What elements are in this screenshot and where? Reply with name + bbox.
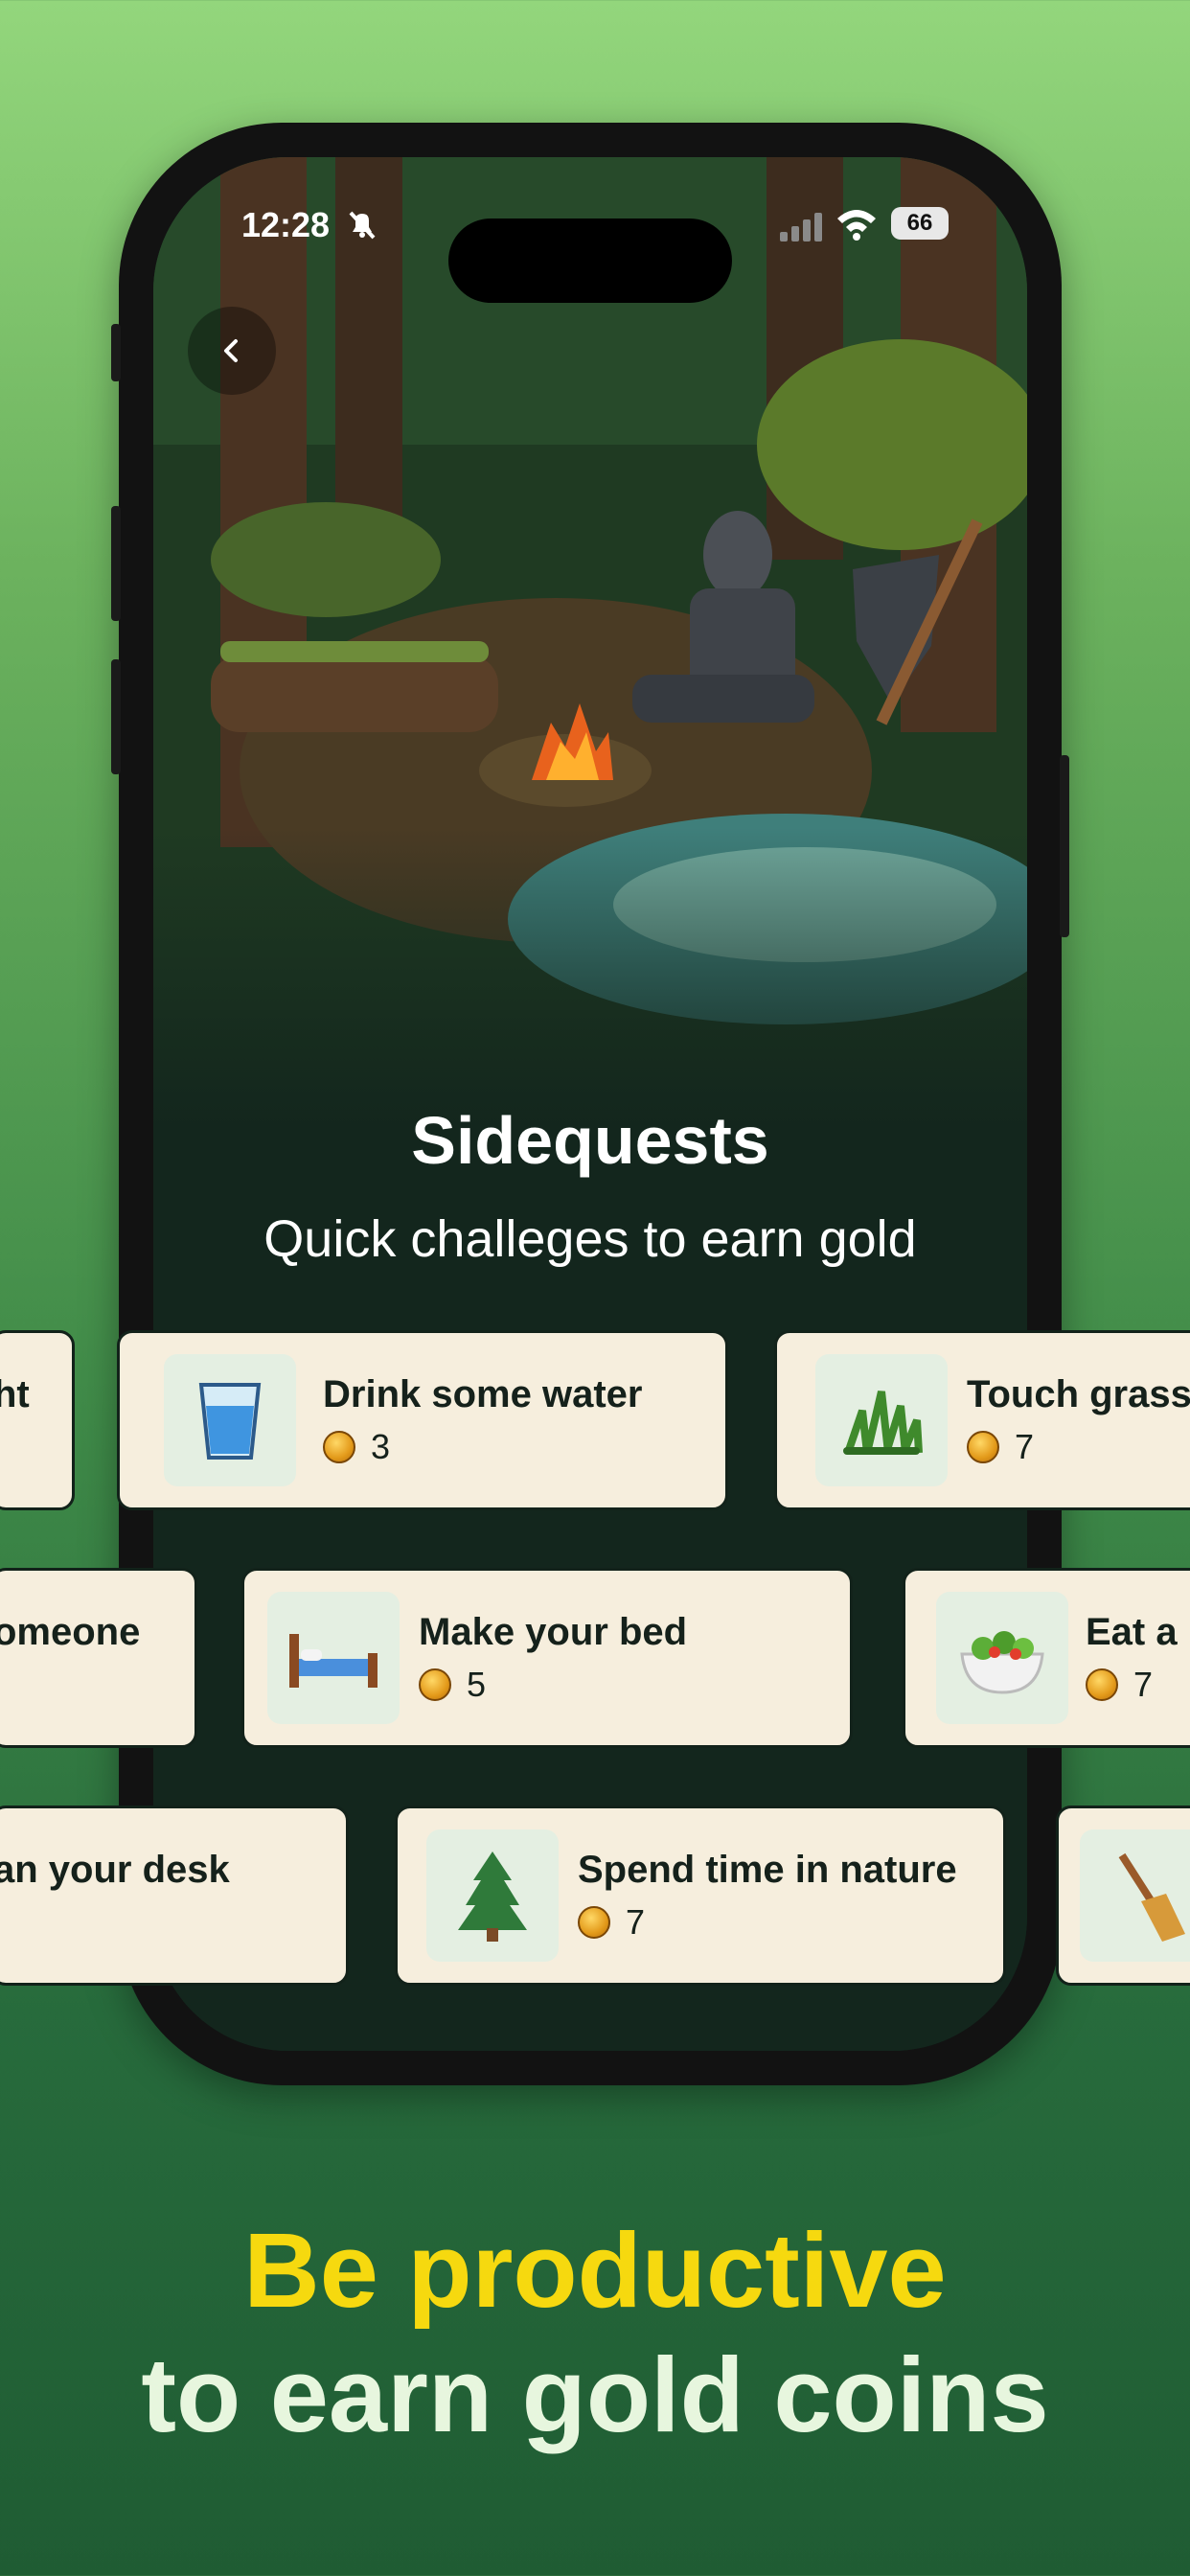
tagline-line-2: to earn gold coins bbox=[141, 2336, 1049, 2454]
gold-coin-icon bbox=[1086, 1668, 1118, 1701]
quest-title: omeone bbox=[0, 1611, 141, 1653]
broom-icon bbox=[1080, 1829, 1190, 1962]
quest-title: Touch grass bbox=[967, 1373, 1190, 1415]
page-title: Sidequests bbox=[411, 1103, 769, 1178]
reward-value: 7 bbox=[1015, 1427, 1035, 1466]
quest-reward: 7 bbox=[578, 1902, 645, 1943]
dynamic-island bbox=[448, 218, 732, 303]
gold-coin-icon bbox=[578, 1906, 610, 1939]
reward-value: 7 bbox=[626, 1902, 646, 1942]
app-screen: 12:28 66 Sidequests Quick challeges to e… bbox=[153, 157, 1027, 2051]
grass-icon bbox=[815, 1354, 948, 1486]
quest-title: Drink some water bbox=[323, 1373, 643, 1415]
quest-reward: 3 bbox=[323, 1427, 390, 1467]
cellular-signal-icon bbox=[780, 213, 822, 242]
quest-card-eat-salad[interactable]: Eat a l 7 bbox=[903, 1568, 1190, 1748]
chevron-left-icon bbox=[224, 339, 238, 362]
tagline-line-1: Be productive bbox=[243, 2212, 947, 2330]
phone-power-button bbox=[1060, 755, 1069, 937]
status-bar: 12:28 66 bbox=[153, 196, 1027, 303]
quest-card-drink-water[interactable]: Drink some water 3 bbox=[117, 1330, 728, 1510]
gold-coin-icon bbox=[419, 1668, 451, 1701]
reward-value: 3 bbox=[371, 1427, 391, 1466]
wifi-icon bbox=[837, 210, 876, 241]
quest-card-nature[interactable]: Spend time in nature 7 bbox=[395, 1806, 1006, 1986]
back-button[interactable] bbox=[188, 307, 276, 395]
quest-title: an your desk bbox=[0, 1849, 230, 1891]
quest-title: ht bbox=[0, 1373, 30, 1415]
quest-card-clean[interactable] bbox=[1056, 1806, 1190, 1986]
quest-card[interactable]: an your desk bbox=[0, 1806, 349, 1986]
quest-title: Make your bed bbox=[419, 1611, 688, 1653]
water-glass-icon bbox=[164, 1354, 296, 1486]
gold-coin-icon bbox=[323, 1431, 355, 1463]
bed-icon bbox=[267, 1592, 400, 1724]
quest-card-touch-grass[interactable]: Touch grass 7 bbox=[774, 1330, 1190, 1510]
phone-volume-up bbox=[111, 506, 121, 621]
quest-title: Eat a l bbox=[1086, 1611, 1190, 1653]
quest-reward: 7 bbox=[967, 1427, 1034, 1467]
reward-value: 5 bbox=[467, 1665, 487, 1704]
quest-reward: 7 bbox=[1086, 1665, 1153, 1705]
battery-indicator: 66 bbox=[891, 207, 949, 240]
quest-title: Spend time in nature bbox=[578, 1849, 957, 1891]
page-subtitle: Quick challeges to earn gold bbox=[263, 1210, 917, 1268]
reward-value: 7 bbox=[1133, 1665, 1154, 1704]
quest-reward: 5 bbox=[419, 1665, 486, 1705]
quest-card-make-bed[interactable]: Make your bed 5 bbox=[241, 1568, 853, 1748]
phone-volume-down bbox=[111, 659, 121, 774]
quest-card[interactable]: omeone bbox=[0, 1568, 197, 1748]
salad-icon bbox=[936, 1592, 1068, 1724]
muted-bell-icon bbox=[349, 211, 376, 240]
phone-action-button bbox=[111, 324, 121, 381]
tree-icon bbox=[426, 1829, 559, 1962]
quest-card[interactable]: ht bbox=[0, 1330, 75, 1510]
gold-coin-icon bbox=[967, 1431, 999, 1463]
status-time: 12:28 bbox=[241, 205, 331, 244]
